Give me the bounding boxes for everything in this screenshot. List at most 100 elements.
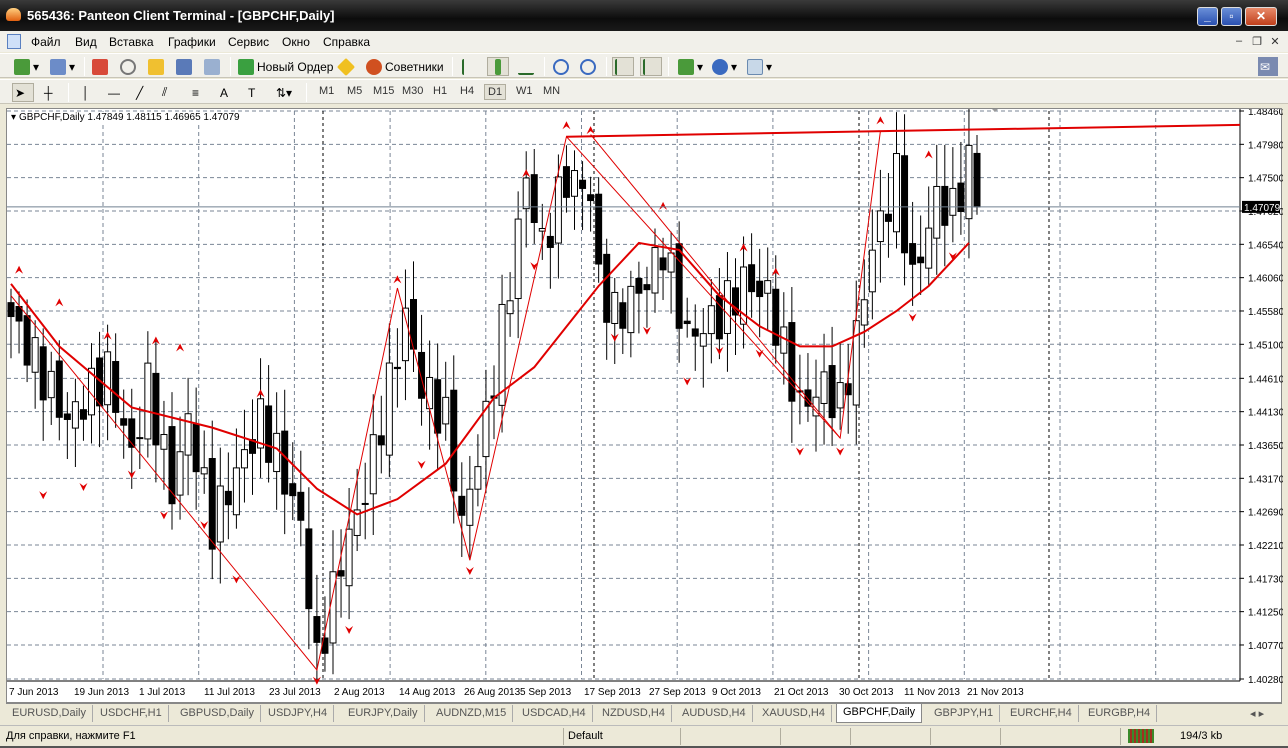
strategy-tester-button[interactable] — [202, 57, 222, 76]
title-bar: 565436: Panteon Client Terminal - [GBPCH… — [0, 0, 1288, 31]
zoom-out-button[interactable] — [578, 57, 598, 76]
chart-tab[interactable]: AUDNZD,M15 — [430, 705, 514, 722]
candle-bear — [289, 483, 297, 497]
minimize-button[interactable]: _ — [1197, 7, 1218, 26]
candle-bear — [337, 570, 345, 577]
text-button[interactable]: A — [218, 83, 230, 102]
menu-insert[interactable]: Вставка — [109, 35, 154, 49]
y-tick-label: 1.40280 — [1248, 675, 1283, 686]
candle-bear — [136, 437, 144, 440]
chart-tab[interactable]: USDCAD,H4 — [516, 705, 593, 722]
mdi-restore-button[interactable]: ❐ — [1250, 35, 1264, 48]
fibonacci-button[interactable]: ≡ — [190, 83, 201, 102]
menu-window[interactable]: Окно — [282, 35, 310, 49]
timeframe-d1[interactable]: D1 — [484, 84, 507, 100]
indicators-button[interactable]: ▾ — [676, 57, 705, 76]
alert-button[interactable] — [336, 57, 356, 76]
candle-bear — [901, 155, 909, 254]
candle-bear — [224, 490, 232, 506]
candle-bear — [208, 458, 216, 550]
tab-scroll-arrows[interactable]: ◂ ▸ — [1244, 705, 1270, 722]
x-tick-label: 19 Jun 2013 — [74, 687, 129, 698]
zoom-in-button[interactable] — [551, 57, 571, 76]
templates-button[interactable]: ▾ — [745, 57, 774, 76]
status-bar: Для справки, нажмите F1 Default 194/3 kb — [0, 725, 1288, 746]
text-label-button[interactable]: T — [246, 83, 257, 102]
horizontal-line-button[interactable]: — — [106, 83, 122, 102]
vertical-line-button[interactable]: │ — [80, 83, 92, 102]
chart-tab[interactable]: NZDUSD,H4 — [596, 705, 672, 722]
timeframe-mn[interactable]: MN — [540, 84, 563, 98]
menu-charts[interactable]: Графики — [168, 35, 216, 49]
chart-tab[interactable]: GBPJPY,H1 — [928, 705, 1001, 722]
timeframe-h1[interactable]: H1 — [430, 84, 450, 98]
chart-tab[interactable]: EURUSD,Daily — [6, 705, 93, 722]
menu-bar: Файл Вид Вставка Графики Сервис Окно Спр… — [0, 31, 1288, 52]
y-tick-label: 1.48460 — [1248, 109, 1283, 118]
auto-scroll-button[interactable] — [612, 57, 634, 76]
periods-button[interactable]: ▾ — [710, 57, 739, 76]
candle-bear — [619, 302, 627, 329]
terminal-button[interactable] — [174, 57, 194, 76]
chart-tab[interactable]: XAUUSD,H4 — [756, 705, 832, 722]
profiles-button[interactable]: ▾ — [48, 57, 77, 76]
candle-bear — [804, 389, 812, 407]
timeframe-m30[interactable]: M30 — [399, 84, 426, 98]
chart-window[interactable]: ▾ GBPCHF,Daily 1.47849 1.48115 1.46965 1… — [6, 108, 1283, 704]
mdi-close-button[interactable]: ✕ — [1268, 35, 1282, 48]
bar-chart-button[interactable] — [460, 57, 480, 76]
chart-tab[interactable]: EURCHF,H4 — [1004, 705, 1079, 722]
menu-help[interactable]: Справка — [323, 35, 370, 49]
new-order-button[interactable]: Новый Ордер — [236, 57, 335, 76]
candle-bull — [474, 466, 482, 490]
cursor-icon: ➤ — [15, 85, 26, 100]
timeframe-h4[interactable]: H4 — [457, 84, 477, 98]
timeframe-m1[interactable]: M1 — [316, 84, 337, 98]
line-chart-icon — [518, 59, 534, 75]
timeframe-m5[interactable]: M5 — [344, 84, 365, 98]
chart-window-icon[interactable] — [7, 34, 21, 49]
chart-tab[interactable]: USDJPY,H4 — [262, 705, 335, 722]
y-tick-label: 1.43170 — [1248, 474, 1283, 485]
trendline-button[interactable]: ╱ — [134, 83, 145, 102]
menu-view[interactable]: Вид — [75, 35, 97, 49]
chart-shift-button[interactable] — [640, 57, 662, 76]
chart-tab[interactable]: GBPCHF,Daily — [836, 704, 923, 723]
candle-bear — [683, 320, 691, 325]
profile-name: Default — [568, 730, 603, 742]
close-button[interactable]: ✕ — [1245, 7, 1277, 26]
x-tick-label: 11 Nov 2013 — [904, 687, 960, 698]
arrows-button[interactable]: ⇅▾ — [274, 83, 294, 102]
candle-bull — [707, 305, 715, 335]
line-chart-button[interactable] — [516, 57, 536, 76]
menu-file[interactable]: Файл — [31, 35, 61, 49]
chart-tab[interactable]: EURJPY,Daily — [342, 705, 425, 722]
fractal-down-arrow — [79, 482, 88, 491]
channel-button[interactable]: ⫽ — [160, 83, 169, 102]
candlestick-button[interactable] — [487, 57, 509, 76]
candle-bear — [281, 430, 289, 495]
mdi-minimize-button[interactable]: – — [1232, 35, 1246, 48]
chart-menu-triangle-icon[interactable]: ▾ — [11, 112, 16, 123]
market-watch-button[interactable] — [90, 57, 110, 76]
price-chart[interactable]: 1.484601.479801.475001.470201.465401.460… — [7, 109, 1283, 704]
timeframe-w1[interactable]: W1 — [513, 84, 536, 98]
navigator-button[interactable] — [146, 57, 166, 76]
data-window-button[interactable] — [118, 57, 138, 76]
chart-tab[interactable]: EURGBP,H4 — [1082, 705, 1158, 722]
template-icon — [747, 58, 763, 75]
notifications-button[interactable]: ✉ — [1258, 57, 1278, 76]
menu-tools[interactable]: Сервис — [228, 35, 269, 49]
chart-tab[interactable]: AUDUSD,H4 — [676, 705, 753, 722]
maximize-button[interactable]: ▫ — [1221, 7, 1242, 26]
candle-bull — [442, 396, 450, 425]
new-chart-button[interactable]: ▾ — [12, 57, 41, 76]
timeframe-m15[interactable]: M15 — [370, 84, 397, 98]
crosshair-button[interactable]: ┼ — [42, 83, 55, 102]
chart-tab[interactable]: USDCHF,H1 — [94, 705, 169, 722]
candle-bear — [458, 495, 466, 516]
chart-tab[interactable]: GBPUSD,Daily — [174, 705, 261, 722]
fractal-down-arrow — [465, 566, 474, 575]
cursor-button[interactable]: ➤ — [12, 83, 34, 102]
experts-button[interactable]: Советники — [364, 57, 446, 76]
